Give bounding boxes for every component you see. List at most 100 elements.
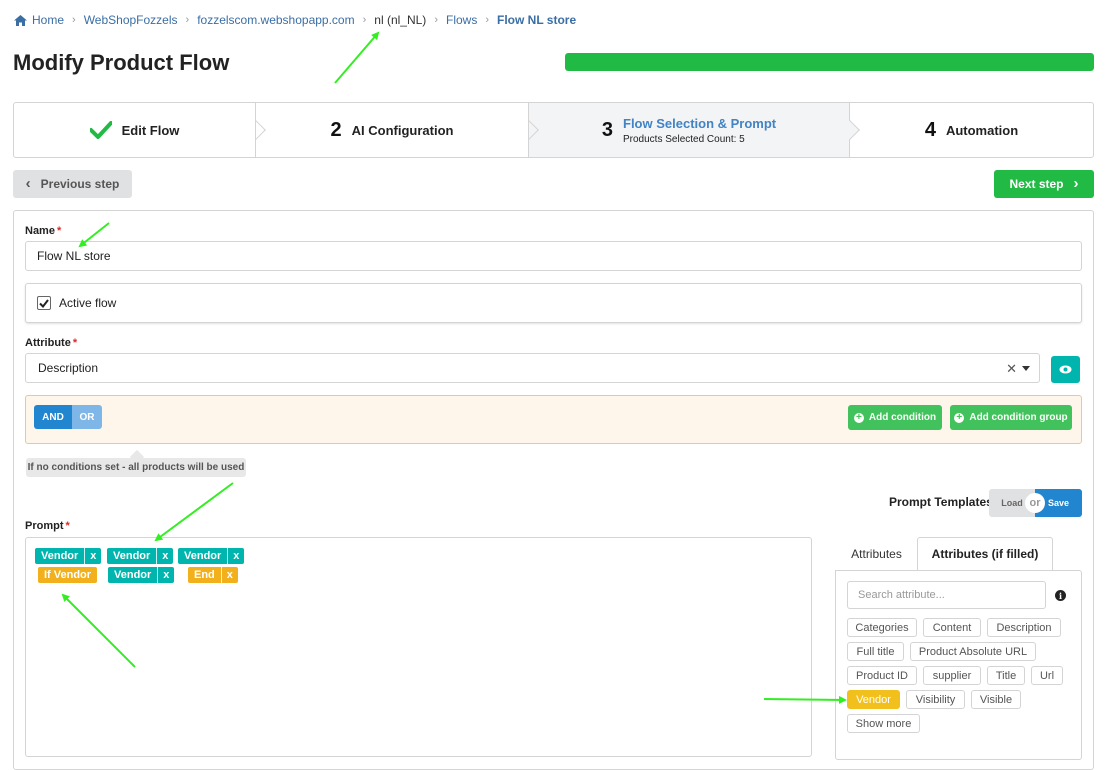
breadcrumb-domain[interactable]: fozzelscom.webshopapp.com [197,13,354,27]
attribute-chip[interactable]: Url [1031,666,1063,685]
attribute-select[interactable]: Description ✕ [25,353,1040,383]
previous-step-label: Previous step [40,177,120,191]
prompt-tag[interactable]: Vendor x [107,548,174,564]
remove-tag-button[interactable]: x [84,548,101,564]
step-label: Automation [945,122,1019,138]
step-ai-configuration[interactable]: 2 AI Configuration [255,103,539,157]
clear-icon[interactable]: ✕ [1006,361,1017,377]
prompt-tag-label: If Vendor [44,569,92,581]
active-flow-row: Active flow [25,283,1082,323]
breadcrumb-language: nl (nl_NL) [374,13,427,27]
required-marker: * [72,337,78,349]
and-or-toggle[interactable]: AND OR [34,405,102,429]
progress-fill [565,53,1094,71]
prompt-tag-label: Vendor [114,569,152,581]
prompt-label: Prompt * [25,520,70,532]
add-condition-group-button[interactable]: + Add condition group [950,405,1072,430]
and-button[interactable]: AND [34,405,72,429]
step-number: 4 [924,118,936,141]
attribute-search-input[interactable]: Search attribute... [847,581,1046,609]
active-flow-checkbox[interactable] [37,296,51,310]
name-label: Name * [25,225,61,237]
chevron-right-icon: › [362,14,367,26]
page-title: Modify Product Flow [13,50,230,75]
add-condition-button[interactable]: + Add condition [848,405,942,430]
attribute-chip[interactable]: Visible [971,690,1021,709]
prompt-tag[interactable]: End x [188,567,238,583]
or-button[interactable]: OR [72,405,102,429]
tab-attributes[interactable]: Attributes [840,537,913,570]
chevron-right-icon: › [185,14,190,26]
plus-circle-icon: + [853,412,864,423]
chevron-left-icon: ‹ [25,175,31,192]
prompt-tag[interactable]: Vendor x [35,548,102,564]
plus-circle-icon: + [954,412,965,423]
remove-tag-button[interactable]: x [220,567,238,583]
attribute-chip[interactable]: Product Absolute URL [910,642,1036,661]
step-label: Edit Flow [121,122,180,138]
prompt-tag-label: End [194,569,215,581]
attribute-label-text: Attribute [25,337,71,349]
attribute-chip[interactable]: Title [987,666,1025,685]
attribute-chip[interactable]: Description [987,618,1061,637]
breadcrumb-flows[interactable]: Flows [446,13,477,27]
add-condition-label: Add condition [868,412,937,423]
prompt-tag-label: Vendor [41,550,79,562]
attribute-chip[interactable]: Full title [847,642,904,661]
attribute-chip[interactable]: Product ID [847,666,917,685]
breadcrumb: Home › WebShopFozzels › fozzelscom.websh… [14,12,576,28]
tab-attributes-if-filled[interactable]: Attributes (if filled) [917,537,1053,570]
step-label: AI Configuration [351,122,454,138]
attribute-chip-selected[interactable]: Vendor [847,690,900,709]
check-icon [89,121,112,139]
preview-button[interactable] [1051,356,1080,383]
prompt-tag-label: Vendor [184,550,222,562]
info-icon[interactable]: i [1055,590,1066,601]
name-input[interactable]: Flow NL store [25,241,1082,271]
name-label-text: Name [25,225,55,237]
step-label: Flow Selection & Prompt [623,115,777,131]
chevron-right-icon: › [434,14,438,26]
prompt-tag-label: Vendor [113,550,151,562]
chevron-right-icon: › [485,14,489,26]
step-edit-flow[interactable]: Edit Flow [14,103,266,157]
progress-bar [565,53,1094,71]
remove-tag-button[interactable]: x [156,548,173,564]
show-more-button[interactable]: Show more [847,714,920,733]
step-description: Products Selected Count: 5 [623,133,745,145]
required-marker: * [56,225,62,237]
active-flow-label: Active flow [59,296,117,310]
home-icon [14,14,27,26]
remove-tag-button[interactable]: x [227,548,244,564]
attribute-chip[interactable]: Content [923,618,981,637]
prompt-label-text: Prompt [25,520,64,532]
prompt-tag[interactable]: Vendor x [108,567,175,583]
next-step-label: Next step [1009,177,1064,191]
prompt-tag[interactable]: If Vendor [38,567,98,583]
eye-icon [1059,365,1072,374]
breadcrumb-current: Flow NL store [497,13,577,27]
step-number: 2 [330,118,342,141]
attribute-label: Attribute * [25,337,77,349]
attribute-select-value: Description [38,361,99,375]
steps-bar: Edit Flow 2 AI Configuration 3 Flow Sele… [13,102,1094,158]
prompt-templates-label: Prompt Templates [889,495,993,509]
attribute-chip[interactable]: supplier [923,666,981,685]
breadcrumb-home[interactable]: Home [32,13,64,27]
step-flow-selection[interactable]: 3 Flow Selection & Prompt Products Selec… [528,103,860,157]
breadcrumb-shop[interactable]: WebShopFozzels [84,13,178,27]
chevron-right-icon: › [1073,175,1079,192]
required-marker: * [65,520,70,532]
attribute-chip[interactable]: Visibility [906,690,965,709]
dropdown-caret-icon[interactable] [1022,366,1030,371]
remove-tag-button[interactable]: x [157,567,174,583]
checkmark-icon [39,298,49,308]
add-condition-group-label: Add condition group [969,412,1068,423]
conditions-hint: If no conditions set - all products will… [26,458,246,477]
step-automation[interactable]: 4 Automation [849,103,1093,157]
previous-step-button[interactable]: ‹ Previous step [13,170,132,198]
attribute-chip[interactable]: Categories [847,618,917,637]
chevron-right-icon: › [72,14,76,26]
prompt-tag[interactable]: Vendor x [178,548,245,564]
next-step-button[interactable]: Next step › [994,170,1094,198]
